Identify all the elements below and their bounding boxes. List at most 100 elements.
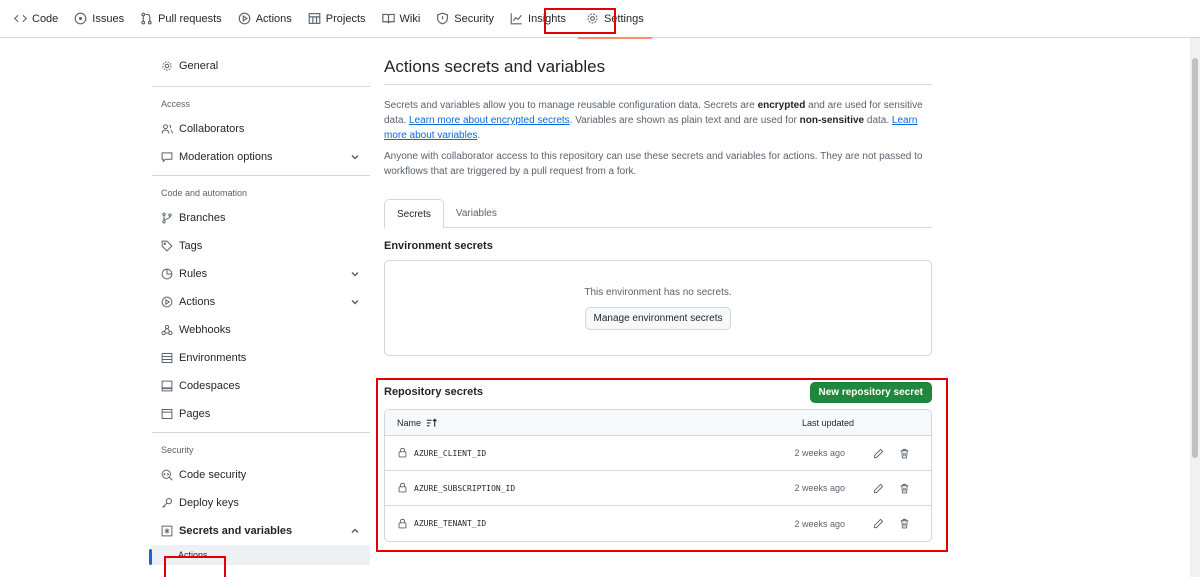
sidebar-item-general[interactable]: General <box>152 52 370 80</box>
sidebar-item-label: Tags <box>179 240 203 252</box>
sidebar-item-label: General <box>179 60 219 72</box>
table-header: Name Last updated <box>385 410 931 436</box>
tab-settings[interactable]: Settings <box>577 0 652 39</box>
sidebar-item-deploy-keys[interactable]: Deploy keys <box>152 489 370 517</box>
page-title: Actions secrets and variables <box>384 52 932 85</box>
tab-security[interactable]: Security <box>428 0 502 38</box>
sidebar-group-code: Code and automation <box>161 188 248 198</box>
last-updated: 2 weeks ago <box>794 483 845 493</box>
tab-label: Actions <box>255 12 292 25</box>
key-icon <box>161 497 174 510</box>
secrets-table: Name Last updated AZURE_CLIENT_ID 2 week… <box>384 409 932 542</box>
desc-bold: non-sensitive <box>799 115 865 126</box>
sidebar-item-tags[interactable]: Tags <box>152 232 370 260</box>
tab-issues[interactable]: Issues <box>66 0 132 38</box>
chevron-up-icon[interactable] <box>350 526 360 536</box>
play-icon <box>238 12 251 25</box>
environment-secrets-heading: Environment secrets <box>384 240 493 252</box>
tab-code[interactable]: Code <box>6 0 66 38</box>
tab-insights[interactable]: Insights <box>502 0 574 38</box>
sidebar-group-security: Security <box>161 445 194 455</box>
chevron-down-icon[interactable] <box>350 269 360 279</box>
environment-secrets-box: This environment has no secrets. Manage … <box>384 260 932 356</box>
desc-text: Secrets and variables allow you to manag… <box>384 100 758 111</box>
code-icon <box>14 12 27 25</box>
book-icon <box>381 12 395 25</box>
sidebar-item-webhooks[interactable]: Webhooks <box>152 316 370 344</box>
last-updated: 2 weeks ago <box>794 518 845 529</box>
sidebar-item-environments[interactable]: Environments <box>152 344 370 372</box>
sidebar-subitem-label: Actions <box>178 550 208 560</box>
tab-label: Security <box>454 12 495 25</box>
sidebar-subitem-actions[interactable]: Actions <box>149 545 370 565</box>
play-icon <box>161 296 174 309</box>
repository-secrets-section: Repository secrets New repository secret… <box>384 381 932 542</box>
trash-icon[interactable] <box>891 448 917 459</box>
main-content: Actions secrets and variables Secrets an… <box>384 52 932 356</box>
pencil-icon[interactable] <box>865 518 891 529</box>
tab-label: Issues <box>92 12 125 25</box>
table-row: AZURE_TENANT_ID 2 weeks ago <box>385 506 931 541</box>
sidebar-item-label: Moderation options <box>179 151 273 163</box>
tab-label: Insights <box>528 12 566 25</box>
sidebar-item-rules[interactable]: Rules <box>152 260 370 288</box>
rules-icon <box>161 268 174 281</box>
lock-icon <box>397 518 409 530</box>
tab-projects[interactable]: Projects <box>300 0 374 38</box>
sidebar-item-actions[interactable]: Actions <box>152 288 370 316</box>
tab-wiki[interactable]: Wiki <box>374 0 429 38</box>
sidebar-item-label: Rules <box>179 268 208 280</box>
repository-secrets-header: Repository secrets New repository secret <box>384 381 932 403</box>
sidebar-item-secrets-variables[interactable]: Secrets and variables <box>152 517 370 545</box>
tab-label: Code <box>32 12 59 25</box>
chevron-down-icon[interactable] <box>350 152 360 162</box>
tab-pull-requests[interactable]: Pull requests <box>132 0 230 38</box>
empty-message: This environment has no secrets. <box>584 286 732 298</box>
pencil-icon[interactable] <box>865 448 891 459</box>
secrets-variables-tabs: Secrets Variables <box>384 199 932 229</box>
secret-name: AZURE_CLIENT_ID <box>414 448 487 458</box>
scrollbar-thumb[interactable] <box>1192 58 1198 458</box>
sidebar-item-label: Webhooks <box>179 324 231 336</box>
sidebar-divider <box>152 86 370 87</box>
tab-secrets[interactable]: Secrets <box>384 199 444 229</box>
tab-label: Projects <box>325 12 366 25</box>
pencil-icon[interactable] <box>865 483 891 494</box>
table-icon <box>308 12 321 25</box>
description: Secrets and variables allow you to manag… <box>384 98 932 143</box>
people-icon <box>161 123 174 136</box>
sidebar-item-moderation[interactable]: Moderation options <box>152 143 370 171</box>
learn-more-secrets-link[interactable]: Learn more about encrypted secrets <box>409 115 570 126</box>
secret-name: AZURE_TENANT_ID <box>414 519 487 528</box>
sidebar-item-label: Environments <box>179 352 247 364</box>
sidebar-item-label: Collaborators <box>179 123 245 135</box>
sidebar-item-pages[interactable]: Pages <box>152 400 370 428</box>
comment-icon <box>161 151 174 164</box>
sort-icon[interactable] <box>426 418 437 428</box>
last-updated: 2 weeks ago <box>794 448 845 458</box>
asterisk-icon <box>161 525 174 538</box>
sidebar-divider <box>152 175 370 176</box>
tab-label: Settings <box>603 12 644 25</box>
trash-icon[interactable] <box>891 483 917 494</box>
desc-bold: encrypted <box>757 100 806 111</box>
sidebar-item-branches[interactable]: Branches <box>152 204 370 232</box>
codescan-icon <box>161 469 174 482</box>
gear-icon <box>161 60 174 73</box>
tab-variables[interactable]: Variables <box>444 199 509 228</box>
sidebar-item-label: Code security <box>179 469 247 481</box>
tab-actions[interactable]: Actions <box>230 0 300 38</box>
sidebar-item-collaborators[interactable]: Collaborators <box>152 115 370 143</box>
manage-environment-secrets-button[interactable]: Manage environment secrets <box>584 306 732 330</box>
trash-icon[interactable] <box>891 518 917 529</box>
page-scrollbar[interactable] <box>1190 38 1200 577</box>
table-row: AZURE_CLIENT_ID 2 weeks ago <box>385 436 931 471</box>
sidebar-group-access: Access <box>161 99 191 109</box>
desc-text: . Variables are shown as plain text and … <box>569 115 800 126</box>
column-name[interactable]: Name <box>397 418 421 428</box>
chevron-down-icon[interactable] <box>350 297 360 307</box>
new-repository-secret-button[interactable]: New repository secret <box>809 381 932 403</box>
repository-secrets-heading: Repository secrets <box>384 386 484 398</box>
sidebar-item-codespaces[interactable]: Codespaces <box>152 372 370 400</box>
sidebar-item-code-security[interactable]: Code security <box>152 461 370 489</box>
